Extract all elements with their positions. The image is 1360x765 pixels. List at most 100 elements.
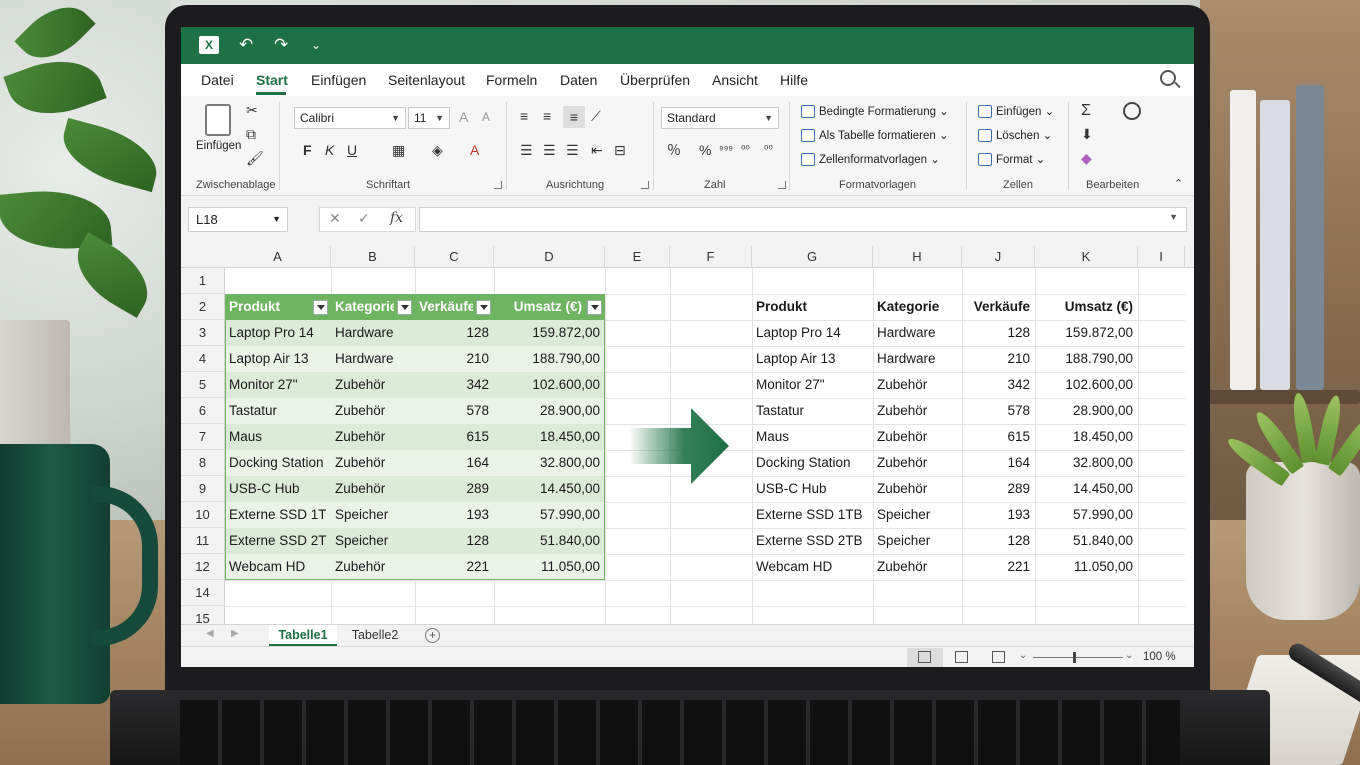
accounting-format-icon[interactable]: ％ bbox=[667, 142, 681, 158]
normal-view-icon[interactable] bbox=[918, 651, 931, 663]
table-header-cell[interactable]: Kategorie bbox=[335, 294, 394, 320]
table-cell[interactable]: 188.790,00 bbox=[498, 346, 600, 372]
cell-styles-button[interactable]: Zellenformatvorlagen ⌄ bbox=[801, 152, 940, 167]
insert-cells-button[interactable]: Einfügen ⌄ bbox=[978, 104, 1054, 119]
copied-table-cell[interactable]: 28.900,00 bbox=[1039, 398, 1133, 424]
format-painter-icon[interactable]: 🖌 bbox=[246, 150, 264, 166]
row-header-1[interactable]: 1 bbox=[181, 268, 225, 294]
copied-table-cell[interactable]: Zubehör bbox=[877, 476, 957, 502]
table-cell[interactable]: Externe SSD 2TB bbox=[229, 528, 326, 554]
collapse-ribbon-icon[interactable]: ⌃ bbox=[1174, 176, 1183, 192]
quick-access-more-icon[interactable]: ⌄ bbox=[311, 35, 321, 55]
table-cell[interactable]: Zubehör bbox=[335, 476, 410, 502]
copied-table-cell[interactable]: 14.450,00 bbox=[1039, 476, 1133, 502]
cut-icon[interactable]: ✂ bbox=[246, 102, 258, 118]
tab-einfuegen[interactable]: Einfügen bbox=[311, 72, 366, 88]
align-left-icon[interactable]: ☰ bbox=[520, 142, 533, 158]
table-cell[interactable]: 51.840,00 bbox=[498, 528, 600, 554]
table-header-cell[interactable]: Umsatz (€) bbox=[498, 294, 582, 320]
copied-table-cell[interactable]: Speicher bbox=[877, 502, 957, 528]
table-cell[interactable]: 14.450,00 bbox=[498, 476, 600, 502]
table-cell[interactable]: 28.900,00 bbox=[498, 398, 600, 424]
row-header-12[interactable]: 12 bbox=[181, 554, 225, 580]
align-bottom-icon[interactable]: ≡ bbox=[563, 106, 585, 128]
copied-table-cell[interactable]: 128 bbox=[966, 320, 1030, 346]
undo-icon[interactable]: ↶ bbox=[239, 35, 253, 55]
percent-button[interactable]: % bbox=[699, 142, 711, 158]
cancel-icon[interactable]: ✕ bbox=[329, 210, 341, 227]
tab-hilfe[interactable]: Hilfe bbox=[780, 72, 808, 88]
copied-table-cell[interactable]: 51.840,00 bbox=[1039, 528, 1133, 554]
zoom-level[interactable]: 100 % bbox=[1143, 651, 1176, 663]
number-dialog-launcher[interactable] bbox=[778, 181, 786, 189]
font-color-icon[interactable]: A bbox=[470, 142, 479, 158]
formula-input[interactable]: ▼ bbox=[419, 207, 1187, 232]
merge-cells-icon[interactable]: ⊟ bbox=[614, 142, 626, 158]
increase-decimal-icon[interactable]: ⁰⁰ bbox=[741, 142, 750, 158]
format-cells-button[interactable]: Format ⌄ bbox=[978, 152, 1045, 167]
copied-header-cell[interactable]: Umsatz (€) bbox=[1039, 294, 1133, 320]
sheet-tab-tabelle1[interactable]: Tabelle1 bbox=[269, 625, 337, 646]
row-header-2[interactable]: 2 bbox=[181, 294, 225, 320]
clear-icon[interactable]: ◆ bbox=[1081, 150, 1092, 166]
page-break-view-icon[interactable] bbox=[992, 651, 1005, 663]
table-cell[interactable]: Laptop Pro 14 bbox=[229, 320, 326, 346]
copied-table-cell[interactable]: Zubehör bbox=[877, 398, 957, 424]
copied-table-cell[interactable]: Tastatur bbox=[756, 398, 868, 424]
find-select-icon[interactable] bbox=[1123, 102, 1141, 120]
align-right-icon[interactable]: ☰ bbox=[566, 142, 579, 158]
copied-table-cell[interactable]: 128 bbox=[966, 528, 1030, 554]
table-cell[interactable]: Zubehör bbox=[335, 554, 410, 580]
copied-header-cell[interactable]: Produkt bbox=[756, 294, 868, 320]
sheet-tab-tabelle2[interactable]: Tabelle2 bbox=[341, 625, 409, 646]
column-header-c[interactable]: C bbox=[415, 246, 494, 268]
row-header-8[interactable]: 8 bbox=[181, 450, 225, 476]
align-center-icon[interactable]: ☰ bbox=[543, 142, 556, 158]
table-cell[interactable]: 578 bbox=[419, 398, 489, 424]
name-box[interactable]: L18 ▼ bbox=[188, 207, 288, 232]
underline-button[interactable]: U bbox=[347, 142, 357, 158]
row-header-11[interactable]: 11 bbox=[181, 528, 225, 554]
table-cell[interactable]: Zubehör bbox=[335, 398, 410, 424]
bold-button[interactable]: F bbox=[303, 142, 312, 158]
align-top-icon[interactable]: ≡ bbox=[520, 108, 528, 124]
copied-table-cell[interactable]: 578 bbox=[966, 398, 1030, 424]
copied-table-cell[interactable]: 164 bbox=[966, 450, 1030, 476]
column-header-h[interactable]: H bbox=[873, 246, 962, 268]
row-header-7[interactable]: 7 bbox=[181, 424, 225, 450]
table-cell[interactable]: 128 bbox=[419, 320, 489, 346]
table-cell[interactable]: 159.872,00 bbox=[498, 320, 600, 346]
copied-table-cell[interactable]: 221 bbox=[966, 554, 1030, 580]
table-cell[interactable]: 221 bbox=[419, 554, 489, 580]
copied-table-cell[interactable]: 159.872,00 bbox=[1039, 320, 1133, 346]
zoom-in-icon[interactable]: ⌄ bbox=[1125, 650, 1133, 661]
copied-table-cell[interactable]: 188.790,00 bbox=[1039, 346, 1133, 372]
copied-table-cell[interactable]: 210 bbox=[966, 346, 1030, 372]
copied-table-cell[interactable]: USB-C Hub bbox=[756, 476, 868, 502]
page-layout-view-icon[interactable] bbox=[955, 651, 968, 663]
add-sheet-button[interactable]: + bbox=[425, 628, 440, 643]
column-header-j[interactable]: J bbox=[962, 246, 1035, 268]
table-header-cell[interactable]: Produkt bbox=[229, 294, 310, 320]
row-header-9[interactable]: 9 bbox=[181, 476, 225, 502]
font-name-select[interactable]: Calibri ▼ bbox=[294, 107, 406, 129]
table-cell[interactable]: 18.450,00 bbox=[498, 424, 600, 450]
table-cell[interactable]: USB-C Hub bbox=[229, 476, 326, 502]
tab-formeln[interactable]: Formeln bbox=[486, 72, 537, 88]
tab-ansicht[interactable]: Ansicht bbox=[712, 72, 758, 88]
copied-table-cell[interactable]: Zubehör bbox=[877, 450, 957, 476]
table-cell[interactable]: 193 bbox=[419, 502, 489, 528]
table-header-cell[interactable]: Verkäufe bbox=[419, 294, 473, 320]
number-format-select[interactable]: Standard ▼ bbox=[661, 107, 779, 129]
search-icon[interactable] bbox=[1160, 70, 1176, 86]
filter-dropdown-icon[interactable] bbox=[476, 300, 491, 315]
copied-table-cell[interactable]: 289 bbox=[966, 476, 1030, 502]
align-middle-icon[interactable]: ≡ bbox=[543, 108, 551, 124]
alignment-dialog-launcher[interactable] bbox=[641, 181, 649, 189]
copied-header-cell[interactable]: Verkäufe bbox=[966, 294, 1030, 320]
filter-dropdown-icon[interactable] bbox=[313, 300, 328, 315]
paste-icon[interactable] bbox=[205, 104, 231, 136]
table-cell[interactable]: Zubehör bbox=[335, 372, 410, 398]
table-cell[interactable]: Speicher bbox=[335, 528, 410, 554]
row-header-10[interactable]: 10 bbox=[181, 502, 225, 528]
